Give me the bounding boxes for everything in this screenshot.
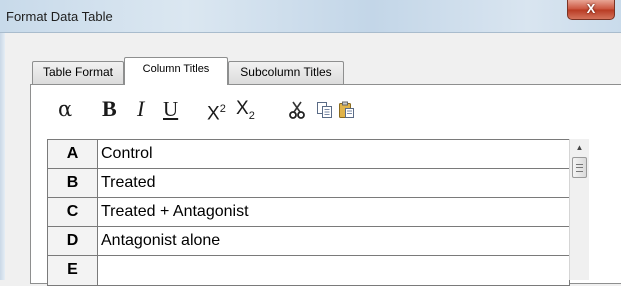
subscript-mark: 2 (248, 109, 255, 122)
table-row: E (48, 256, 569, 285)
superscript-base: X (207, 103, 220, 125)
tab-table-format[interactable]: Table Format (32, 61, 124, 84)
table-row: A Control (48, 140, 569, 169)
greek-alpha-button[interactable]: α (58, 97, 72, 121)
copy-icon[interactable] (316, 101, 334, 119)
vertical-scrollbar[interactable]: ▲ (569, 139, 589, 280)
column-title-cell[interactable] (98, 256, 569, 285)
subscript-button[interactable]: X2 (236, 97, 255, 122)
scroll-thumb[interactable] (572, 157, 587, 178)
column-title-cell[interactable]: Antagonist alone (98, 227, 569, 255)
window-title: Format Data Table (6, 9, 113, 24)
column-title-cell[interactable]: Treated (98, 169, 569, 197)
underline-button[interactable]: U (163, 97, 178, 121)
column-id: A (48, 140, 98, 168)
table-row: D Antagonist alone (48, 227, 569, 256)
column-id: D (48, 227, 98, 255)
tab-subcolumn-titles[interactable]: Subcolumn Titles (228, 61, 344, 84)
column-id: C (48, 198, 98, 226)
close-icon: X (586, 1, 596, 16)
tab-column-titles[interactable]: Column Titles (124, 57, 228, 85)
superscript-mark: 2 (219, 103, 226, 115)
column-titles-grid: A Control B Treated C Treated + Antagoni… (47, 139, 570, 286)
column-title-cell[interactable]: Control (98, 140, 569, 168)
column-title-cell[interactable]: Treated + Antagonist (98, 198, 569, 226)
table-row: C Treated + Antagonist (48, 198, 569, 227)
subscript-base: X (236, 98, 249, 119)
close-button[interactable]: X (567, 0, 615, 20)
title-bar: Format Data Table X (0, 0, 621, 33)
column-id: E (48, 256, 98, 285)
column-id: B (48, 169, 98, 197)
bold-button[interactable]: B (102, 97, 117, 121)
table-row: B Treated (48, 169, 569, 198)
window-left-edge (0, 33, 5, 280)
cut-icon[interactable] (288, 101, 306, 119)
italic-button[interactable]: I (137, 97, 144, 121)
paste-icon[interactable] (338, 101, 356, 119)
scroll-up-arrow-icon[interactable]: ▲ (570, 139, 589, 156)
superscript-button[interactable]: X2 (207, 97, 226, 125)
